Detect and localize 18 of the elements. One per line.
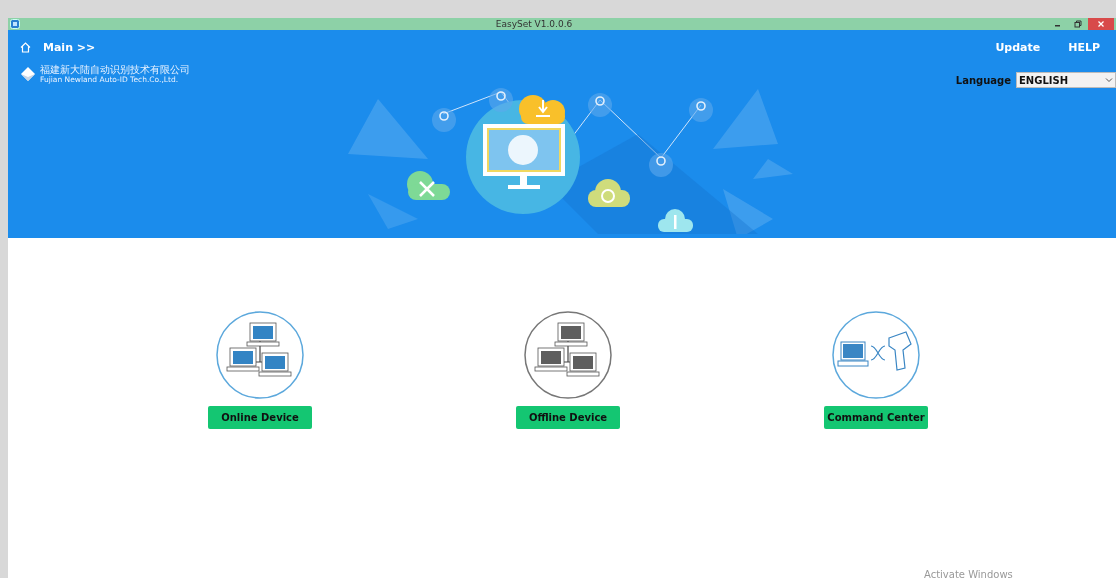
device-button[interactable]: Offline Device [516, 406, 620, 429]
close-icon[interactable] [1097, 20, 1105, 28]
home-icon[interactable] [20, 41, 31, 53]
window-title: EasySet V1.0.0.6 [494, 18, 574, 30]
language-label: Language [955, 74, 1011, 86]
logo-icon [20, 66, 36, 82]
device-button[interactable]: Online Device [208, 406, 312, 429]
app-icon [10, 19, 20, 29]
close-button[interactable] [1088, 18, 1114, 30]
dropdown-caret-icon[interactable] [1105, 77, 1113, 83]
company-name: 福建新大陆自动识别技术有限公司 [40, 64, 190, 75]
device-button[interactable]: Command Center [824, 406, 928, 429]
activation-notice: Activate Windows [924, 569, 1013, 578]
computer-scanner-icon[interactable] [831, 310, 921, 400]
network-computers-icon[interactable] [215, 310, 305, 400]
language-select[interactable]: ENGLISH [1016, 72, 1116, 88]
network-computers-icon[interactable] [523, 310, 613, 400]
restore-icon[interactable] [1074, 20, 1082, 28]
